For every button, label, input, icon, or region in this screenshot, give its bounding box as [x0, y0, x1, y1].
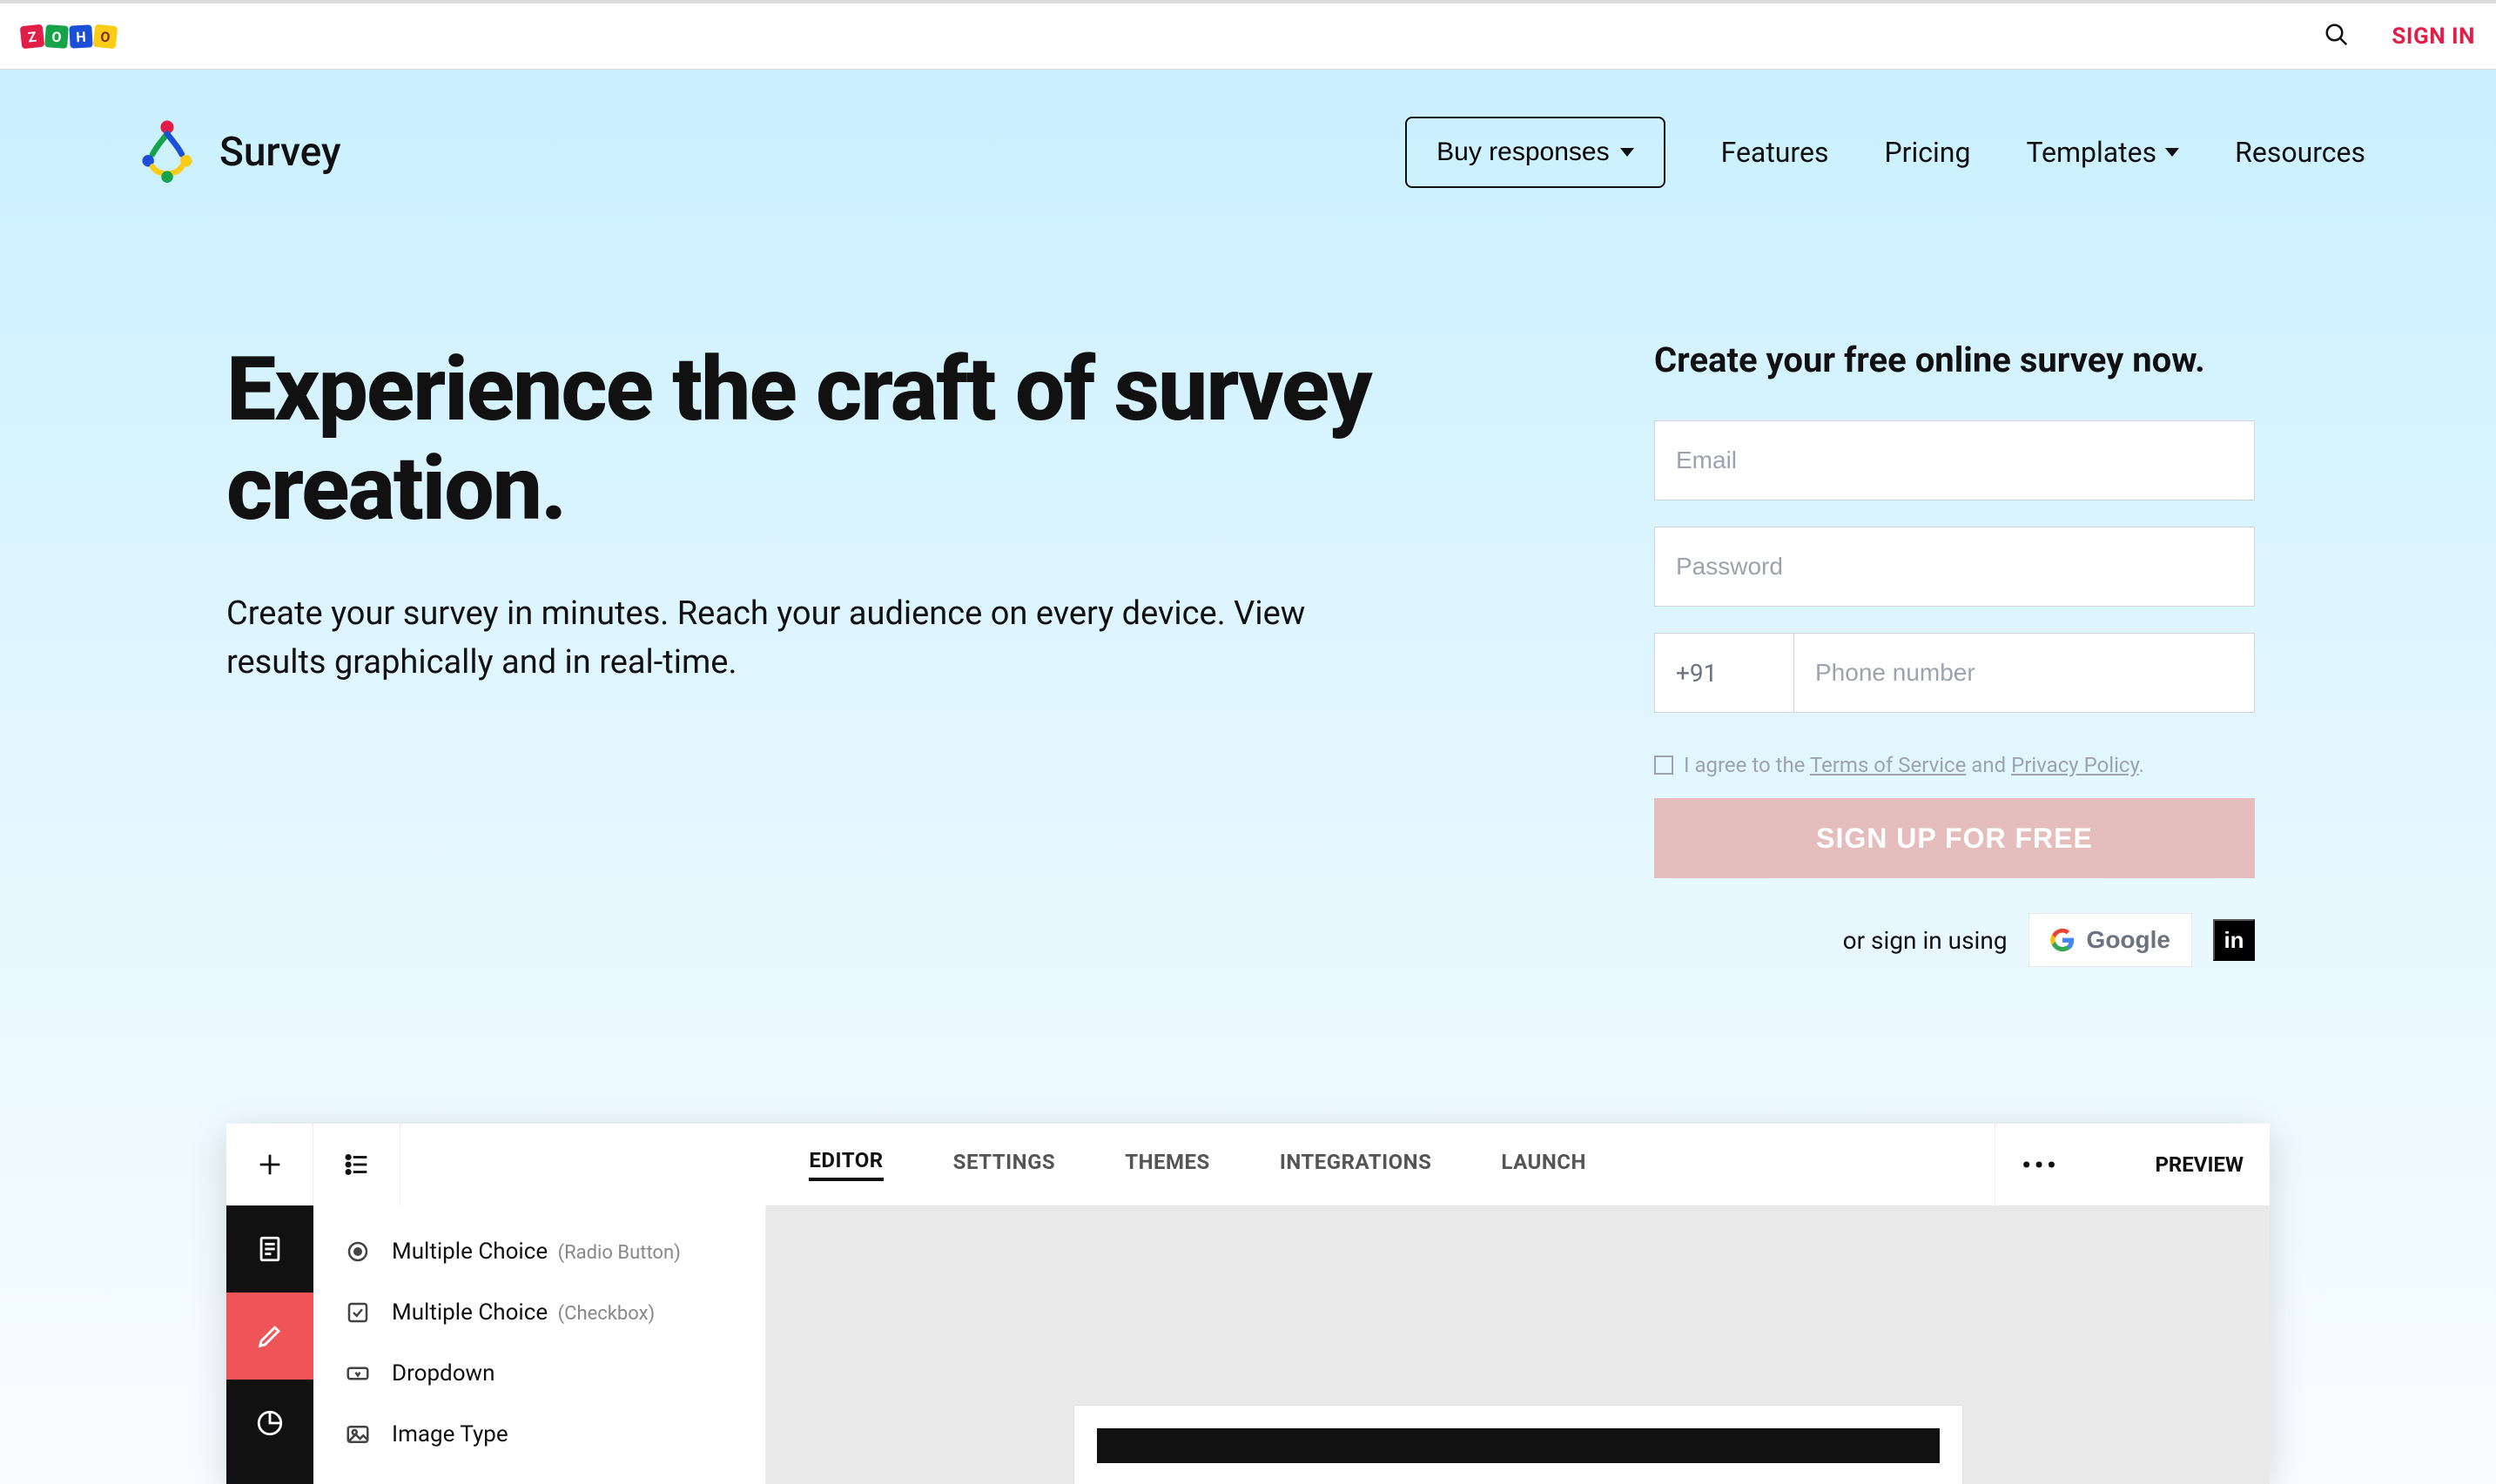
signup-heading: Create your free online survey now. — [1654, 339, 2255, 380]
survey-card — [1074, 1406, 1962, 1484]
hero-section: Survey Buy responses Features Pricing Te… — [0, 70, 2496, 1484]
question-type-label: Dropdown — [392, 1360, 494, 1387]
chevron-down-icon — [2165, 148, 2179, 157]
nav: Survey Buy responses Features Pricing Te… — [0, 104, 2496, 200]
editor-canvas[interactable] — [766, 1205, 2270, 1484]
linkedin-signin-button[interactable]: in — [2213, 919, 2255, 961]
buy-responses-label: Buy responses — [1436, 138, 1609, 167]
password-field[interactable] — [1654, 527, 2255, 607]
rating-icon — [343, 1481, 373, 1484]
brand-name: Survey — [219, 129, 341, 176]
question-type-item[interactable]: Image Type — [338, 1404, 741, 1465]
nav-resources[interactable]: Resources — [2235, 136, 2365, 169]
question-type-label: Multiple Choice (Checkbox) — [392, 1299, 655, 1326]
nav-templates[interactable]: Templates — [2026, 136, 2179, 169]
question-type-item[interactable]: Rating Scale — [338, 1465, 741, 1484]
google-icon — [2050, 928, 2075, 952]
global-bar: Z O H O SIGN IN — [0, 0, 2496, 70]
chevron-down-icon — [1620, 148, 1634, 157]
signin-link[interactable]: SIGN IN — [2392, 24, 2475, 50]
zoho-tile: O — [93, 24, 118, 49]
zoho-tile: Z — [20, 24, 45, 49]
terms-row: I agree to the Terms of Service and Priv… — [1654, 753, 2255, 777]
checkbox-icon — [343, 1298, 373, 1327]
linkedin-icon: in — [2224, 927, 2244, 954]
rail-pages-icon[interactable] — [226, 1205, 313, 1293]
editor-preview-link[interactable]: PREVIEW — [2129, 1152, 2244, 1177]
question-type-label: Multiple Choice (Radio Button) — [392, 1239, 681, 1265]
question-type-item[interactable]: Dropdown — [338, 1343, 741, 1404]
image-icon — [343, 1420, 373, 1449]
question-type-item[interactable]: Multiple Choice (Radio Button) — [338, 1221, 741, 1282]
rail-analytics-icon[interactable] — [226, 1380, 313, 1467]
zoho-tile: O — [44, 24, 69, 49]
nav-features[interactable]: Features — [1721, 136, 1829, 169]
or-signin-label: or sign in using — [1843, 926, 2008, 955]
terms-dot: . — [2139, 753, 2144, 777]
question-type-item[interactable]: Multiple Choice (Checkbox) — [338, 1282, 741, 1343]
editor-preview: EDITOR SETTINGS THEMES INTEGRATIONS LAUN… — [226, 1124, 2270, 1484]
survey-mark-icon — [131, 114, 204, 191]
tab-settings[interactable]: SETTINGS — [953, 1150, 1056, 1179]
question-type-label: Image Type — [392, 1421, 508, 1447]
privacy-link[interactable]: Privacy Policy — [2011, 753, 2139, 777]
radio-icon — [343, 1237, 373, 1266]
terms-checkbox[interactable] — [1654, 755, 1673, 775]
terms-and: and — [1966, 753, 2011, 777]
tab-launch[interactable]: LAUNCH — [1501, 1150, 1586, 1179]
hero-subtitle: Create your survey in minutes. Reach you… — [226, 590, 1358, 686]
buy-responses-button[interactable]: Buy responses — [1405, 117, 1665, 188]
signup-button[interactable]: SIGN UP FOR FREE — [1654, 798, 2255, 878]
hero-title: Experience the craft of survey creation. — [226, 339, 1550, 538]
survey-card-header — [1097, 1428, 1940, 1463]
search-icon[interactable] — [2324, 22, 2350, 51]
tab-themes[interactable]: THEMES — [1125, 1150, 1210, 1179]
zoho-logo[interactable]: Z O H O — [21, 25, 117, 48]
nav-pricing[interactable]: Pricing — [1884, 136, 1970, 169]
rail-edit-icon[interactable] — [226, 1293, 313, 1380]
terms-prefix: I agree to the — [1684, 753, 1810, 777]
nav-templates-label: Templates — [2026, 136, 2156, 169]
more-icon[interactable]: ••• — [1995, 1151, 2085, 1179]
list-icon[interactable] — [313, 1124, 400, 1205]
question-type-sublabel: (Radio Button) — [553, 1242, 681, 1264]
phone-field[interactable] — [1793, 633, 2255, 713]
terms-link[interactable]: Terms of Service — [1810, 753, 1966, 777]
email-field[interactable] — [1654, 420, 2255, 500]
signup-form: Create your free online survey now. +91 … — [1654, 339, 2255, 967]
google-label: Google — [2087, 926, 2170, 954]
question-types-panel: Multiple Choice (Radio Button) Multiple C… — [313, 1205, 766, 1484]
country-code-select[interactable]: +91 — [1654, 633, 1793, 713]
tab-editor[interactable]: EDITOR — [809, 1148, 883, 1181]
survey-logo[interactable]: Survey — [131, 114, 341, 191]
question-type-sublabel: (Checkbox) — [553, 1303, 655, 1325]
google-signin-button[interactable]: Google — [2028, 913, 2192, 967]
add-icon[interactable] — [226, 1124, 313, 1205]
side-rail — [226, 1205, 313, 1484]
dropdown-icon — [343, 1359, 373, 1388]
tab-integrations[interactable]: INTEGRATIONS — [1280, 1150, 1432, 1179]
zoho-tile: H — [69, 24, 92, 48]
